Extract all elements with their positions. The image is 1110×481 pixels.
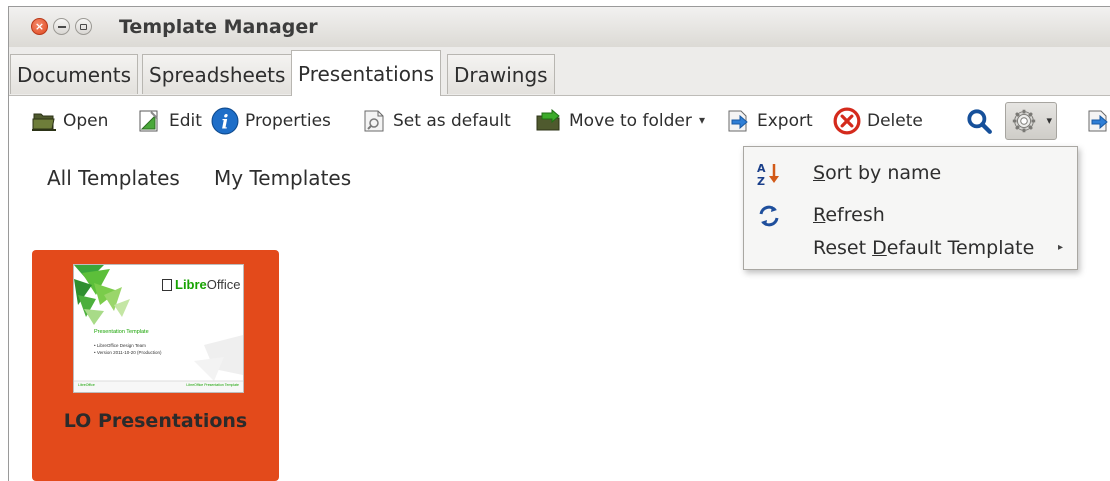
delete-icon [833,107,861,135]
toolbar: Open Edit i Properties Set as default Mo… [9,96,1110,146]
reset-default-template-label: Reset Default Template [813,237,1035,259]
maximize-icon [80,23,87,30]
template-name: LO Presentations [63,410,248,432]
export-icon [728,110,748,132]
delete-label: Delete [867,111,923,131]
move-to-folder-button[interactable]: Move to folder [533,108,692,134]
my-templates-link[interactable]: My Templates [214,166,351,190]
close-window-button[interactable]: × [31,18,48,35]
thumbnail-line-2: • Version 2011-10-20 (Production) [94,350,162,355]
tab-drawings[interactable]: Drawings [447,54,555,94]
settings-menu-button[interactable]: ▾ [1005,102,1057,140]
submenu-arrow-icon: ▸ [1057,242,1063,253]
refresh-label: Refresh [813,204,885,226]
search-icon [967,109,992,134]
edit-label: Edit [169,111,202,131]
settings-dropdown-arrow: ▾ [1046,114,1052,127]
tab-documents[interactable]: Documents [10,54,139,94]
menu-item-sort-by-name[interactable]: A Z Sort by name [744,157,1077,191]
template-thumbnail: LibreOffice Presentation Template • Libr… [73,264,244,393]
refresh-icon [759,205,779,227]
thumbnail-line-1: • LibreOffice Design Team [94,343,146,348]
libreoffice-logo-icon [162,279,172,291]
edit-button[interactable]: Edit [137,108,202,134]
export-label: Export [757,111,813,131]
minimize-window-button[interactable] [53,18,70,35]
thumbnail-footer-right: LibreOffice Presentation Template [186,383,239,387]
sort-az-icon: A Z [757,162,779,187]
thumbnail-title: Presentation Template [94,329,149,335]
svg-text:A: A [757,162,766,175]
minimize-icon [57,25,66,28]
libreoffice-wordmark: LibreOffice [175,277,241,292]
tab-presentations[interactable]: Presentations [291,50,442,96]
set-default-icon [364,110,384,132]
overflow-export-button[interactable] [1085,108,1110,134]
menu-item-reset-default-template[interactable]: Reset Default Template ▸ [744,232,1077,266]
properties-button[interactable]: i Properties [211,107,331,135]
gear-icon [1012,109,1036,133]
menu-item-refresh[interactable]: Refresh [744,199,1077,233]
open-label: Open [63,111,109,131]
info-icon: i [211,107,239,135]
window-title: Template Manager [119,16,318,38]
set-as-default-label: Set as default [393,111,511,131]
tab-bar: Documents Spreadsheets Presentations Dra… [9,47,1110,96]
tab-spreadsheets[interactable]: Spreadsheets [142,54,293,94]
open-button[interactable]: Open [31,108,108,134]
template-item-lo-presentations[interactable]: LibreOffice Presentation Template • Libr… [32,250,279,481]
svg-text:i: i [222,113,229,134]
title-bar: × Template Manager [9,7,1110,48]
all-templates-link[interactable]: All Templates [47,166,180,190]
move-to-folder-icon [536,109,560,131]
edit-icon [139,110,158,132]
delete-button[interactable]: Delete [833,107,923,135]
search-button[interactable] [965,108,993,134]
template-manager-window: × Template Manager Documents Spreadsheet… [8,6,1110,481]
svg-text:Z: Z [757,175,765,187]
thumbnail-footer-left: LibreOffice [78,383,95,387]
properties-label: Properties [245,111,331,131]
export-icon [1088,110,1108,132]
export-button[interactable]: Export [725,108,813,134]
close-icon: × [34,20,45,33]
set-as-default-button[interactable]: Set as default [361,108,511,134]
move-to-folder-dropdown-arrow[interactable]: ▾ [699,113,705,127]
sort-by-name-label: Sort by name [813,162,942,184]
open-icon [32,113,56,131]
maximize-window-button[interactable] [75,18,92,35]
move-to-folder-label: Move to folder [569,111,692,131]
settings-dropdown-menu: A Z Sort by name Refresh Reset Default T… [743,146,1078,270]
